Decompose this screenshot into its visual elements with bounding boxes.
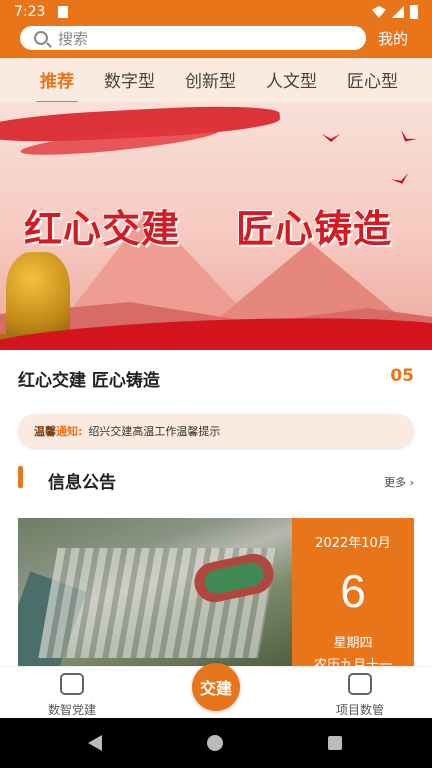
signal-icon	[392, 6, 404, 18]
tab-recommended[interactable]: 推荐	[36, 67, 78, 102]
bird-icon	[397, 130, 417, 146]
search-placeholder: 搜索	[58, 29, 89, 48]
section-header: 信息公告 更多 ›	[0, 458, 432, 502]
search-header: 搜索 我的	[0, 24, 432, 58]
news-day: 6	[340, 565, 366, 617]
tab-craftsman[interactable]: 匠心型	[347, 67, 398, 94]
project-briefcase-icon	[348, 673, 372, 695]
news-lunar-date: 农历九月十一	[313, 658, 392, 666]
banner-caption-title: 红心交建 匠心铸造	[18, 371, 160, 391]
status-bar: 7:23	[0, 0, 432, 24]
banner-slogan-left: 红心交建	[24, 206, 181, 251]
notice-badge: 温馨通知:	[34, 423, 82, 439]
notice-bar[interactable]: 温馨通知: 绍兴交建高温工作温馨提示	[18, 414, 414, 448]
more-link[interactable]: 更多 ›	[384, 474, 414, 490]
sd-card-icon	[58, 6, 68, 18]
news-card[interactable]: 2022年10月 6 星期四 农历九月十一	[18, 518, 414, 666]
nav-project-management[interactable]: 项目数管	[310, 673, 410, 718]
news-year-month: 2022年10月	[315, 536, 391, 551]
banner-caption: 红心交建 匠心铸造 05	[0, 350, 432, 406]
tab-digital[interactable]: 数字型	[104, 67, 155, 94]
section-title: 信息公告	[48, 473, 116, 493]
nav-smart-party-label: 数智党建	[47, 703, 96, 717]
bird-icon	[322, 134, 340, 142]
stone-lion-image	[6, 252, 70, 342]
nav-project-label: 项目数管	[335, 703, 384, 717]
wifi-icon	[372, 6, 386, 18]
banner-index: 05	[390, 366, 414, 386]
notice-badge-part1: 温馨	[34, 425, 56, 438]
tab-innovative[interactable]: 创新型	[185, 67, 236, 94]
campus-aerial-photo	[18, 518, 292, 666]
status-time: 7:23	[14, 4, 46, 20]
recent-apps-icon[interactable]	[328, 736, 342, 750]
notice-badge-part2: 通知:	[56, 425, 83, 438]
home-icon[interactable]	[207, 735, 223, 751]
category-tabs: 推荐 数字型 创新型 人文型 匠心型	[0, 58, 432, 102]
nav-home-button[interactable]: 交建	[192, 663, 240, 711]
nav-smart-party[interactable]: 数智党建	[22, 673, 122, 718]
status-icons	[372, 5, 418, 19]
search-input[interactable]: 搜索	[20, 26, 366, 50]
tab-humanistic[interactable]: 人文型	[266, 67, 317, 94]
news-date-panel: 2022年10月 6 星期四 农历九月十一	[292, 518, 414, 666]
my-profile-link[interactable]: 我的	[378, 28, 408, 49]
bird-icon	[391, 173, 411, 187]
bottom-nav: 数智党建 交建 项目数管	[0, 663, 432, 718]
system-navigation-bar	[0, 718, 432, 768]
search-icon	[34, 31, 48, 45]
section-accent-bar	[18, 466, 23, 488]
battery-icon	[410, 5, 418, 19]
back-icon[interactable]	[88, 735, 102, 751]
banner-slogan-right: 匠心铸造	[236, 206, 393, 251]
banner-carousel[interactable]: 红心交建 匠心铸造	[0, 102, 432, 350]
party-building-icon	[60, 673, 84, 695]
notice-text: 绍兴交建高温工作温馨提示	[88, 425, 221, 438]
news-weekday: 星期四	[333, 636, 373, 651]
